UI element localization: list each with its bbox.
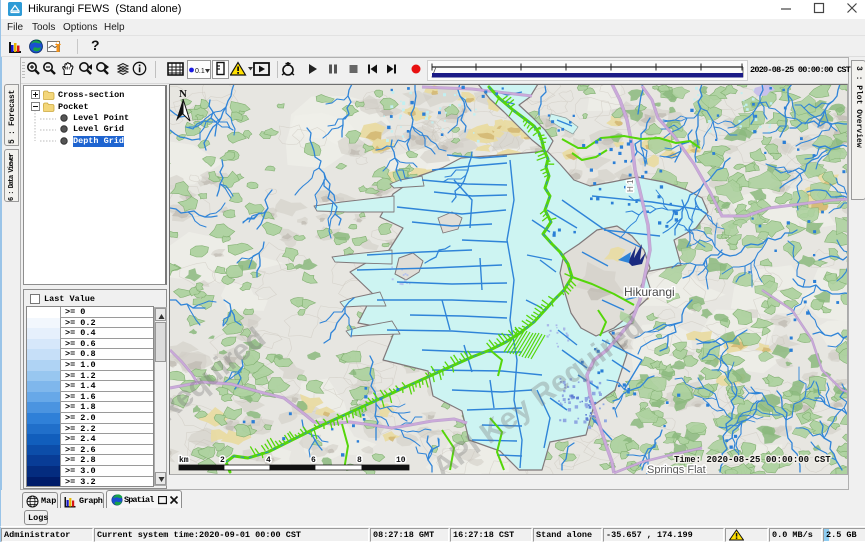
svg-text:8: 8 bbox=[357, 456, 362, 465]
svg-text:Hikurangi: Hikurangi bbox=[624, 285, 675, 299]
svg-text:Springs Flat: Springs Flat bbox=[647, 464, 706, 474]
svg-text:10: 10 bbox=[396, 456, 406, 465]
svg-text:H 1: H 1 bbox=[626, 179, 635, 192]
svg-text:2: 2 bbox=[220, 456, 225, 465]
svg-text:4: 4 bbox=[266, 456, 271, 465]
svg-text:N: N bbox=[179, 88, 187, 100]
svg-text:6: 6 bbox=[311, 456, 316, 465]
svg-text:0.1: 0.1 bbox=[195, 68, 205, 75]
svg-text:km: km bbox=[179, 456, 189, 465]
svg-text:Time: 2020-08-25 00:00:00 CST: Time: 2020-08-25 00:00:00 CST bbox=[674, 455, 831, 465]
